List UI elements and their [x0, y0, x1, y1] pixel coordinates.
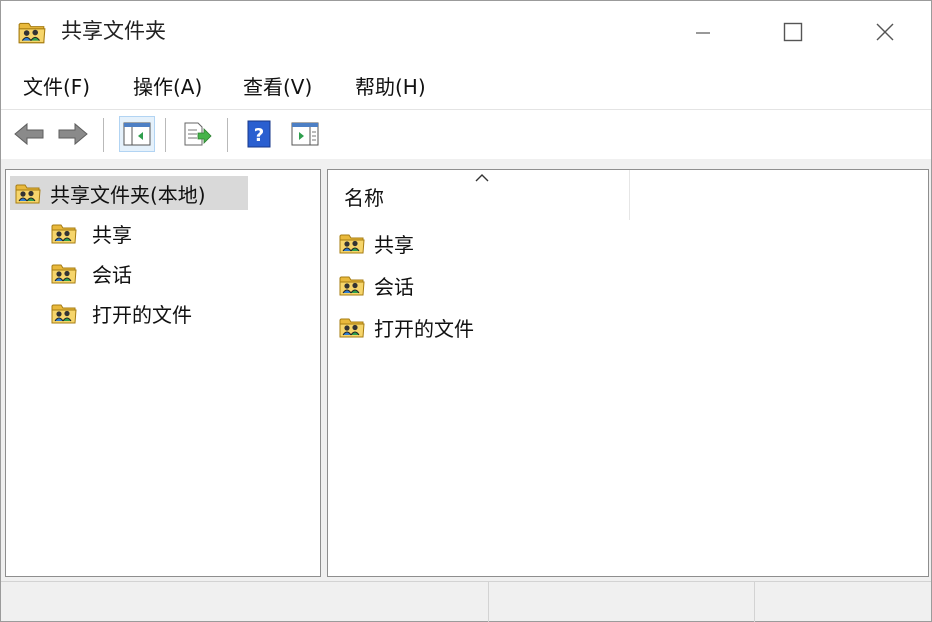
menu-view[interactable]: 查看(V) [241, 71, 314, 103]
menu-action[interactable]: 操作(A) [131, 71, 204, 103]
status-bar [1, 581, 931, 622]
close-button[interactable] [839, 1, 931, 63]
tree-item-label: 打开的文件 [92, 302, 192, 327]
export-list-button[interactable] [179, 116, 215, 152]
list-pane[interactable]: 名称 共享 会话 打开的文件 [327, 169, 929, 577]
tree-item-label: 共享 [92, 222, 132, 247]
list-item-label: 打开的文件 [374, 316, 474, 341]
show-hide-action-pane-icon [291, 122, 319, 146]
shared-folder-icon [51, 264, 77, 284]
show-hide-action-pane-button[interactable] [287, 116, 323, 152]
help-button[interactable]: ? [241, 116, 277, 152]
menu-bar: 文件(F) 操作(A) 查看(V) 帮助(H) [1, 63, 931, 109]
tree-pane[interactable]: 共享文件夹(本地) 共享 会话 打开的文件 [5, 169, 321, 577]
column-header-name[interactable]: 名称 [328, 170, 630, 220]
menu-file[interactable]: 文件(F) [21, 71, 92, 103]
list-item-shares[interactable]: 共享 [338, 226, 414, 260]
shared-folder-icon [339, 276, 365, 296]
shared-folder-icon [339, 318, 365, 338]
shared-folder-icon [15, 184, 41, 204]
tree-item-sessions[interactable]: 会话 [50, 256, 132, 290]
toolbar-separator [103, 118, 104, 152]
tree-item-shares[interactable]: 共享 [50, 216, 132, 250]
status-cell [1, 582, 489, 622]
help-icon: ? [247, 120, 271, 148]
list-item-label: 共享 [374, 232, 414, 257]
tree-root-node[interactable]: 共享文件夹(本地) [10, 176, 248, 210]
tree-root-label: 共享文件夹(本地) [50, 182, 206, 207]
back-button[interactable] [11, 116, 47, 152]
shared-folder-icon [51, 224, 77, 244]
tree-item-open-files[interactable]: 打开的文件 [50, 296, 192, 330]
minimize-icon [696, 32, 710, 34]
list-item-label: 会话 [374, 274, 414, 299]
minimize-button[interactable] [657, 1, 749, 63]
tree-item-label: 会话 [92, 262, 132, 287]
export-list-icon [184, 122, 212, 146]
shared-folder-icon [339, 234, 365, 254]
back-icon [14, 122, 44, 146]
toolbar-separator [165, 118, 166, 152]
close-icon [876, 23, 894, 41]
show-hide-tree-icon [123, 122, 151, 146]
title-bar[interactable]: 共享文件夹 [1, 1, 931, 63]
sort-ascending-icon [475, 174, 489, 182]
pane-area: 共享文件夹(本地) 共享 会话 打开的文件 名称 共享 会话 打开的文件 [1, 159, 931, 581]
window-title: 共享文件夹 [61, 19, 166, 43]
list-item-open-files[interactable]: 打开的文件 [338, 310, 474, 344]
list-item-sessions[interactable]: 会话 [338, 268, 414, 302]
svg-text:?: ? [254, 125, 264, 146]
status-cell [755, 582, 931, 622]
column-header-label: 名称 [344, 186, 384, 210]
shared-folder-icon [18, 22, 46, 44]
maximize-icon [783, 22, 803, 42]
status-cell [489, 582, 755, 622]
toolbar: ? [1, 109, 931, 159]
forward-icon [58, 122, 88, 146]
toolbar-separator [227, 118, 228, 152]
maximize-button[interactable] [747, 1, 839, 63]
menu-help[interactable]: 帮助(H) [353, 71, 428, 103]
shared-folders-window: 共享文件夹 文件(F) 操作(A) 查看(V) 帮助(H) ? 共享文件夹(本地… [0, 0, 932, 622]
forward-button[interactable] [55, 116, 91, 152]
show-hide-tree-button[interactable] [119, 116, 155, 152]
shared-folder-icon [51, 304, 77, 324]
